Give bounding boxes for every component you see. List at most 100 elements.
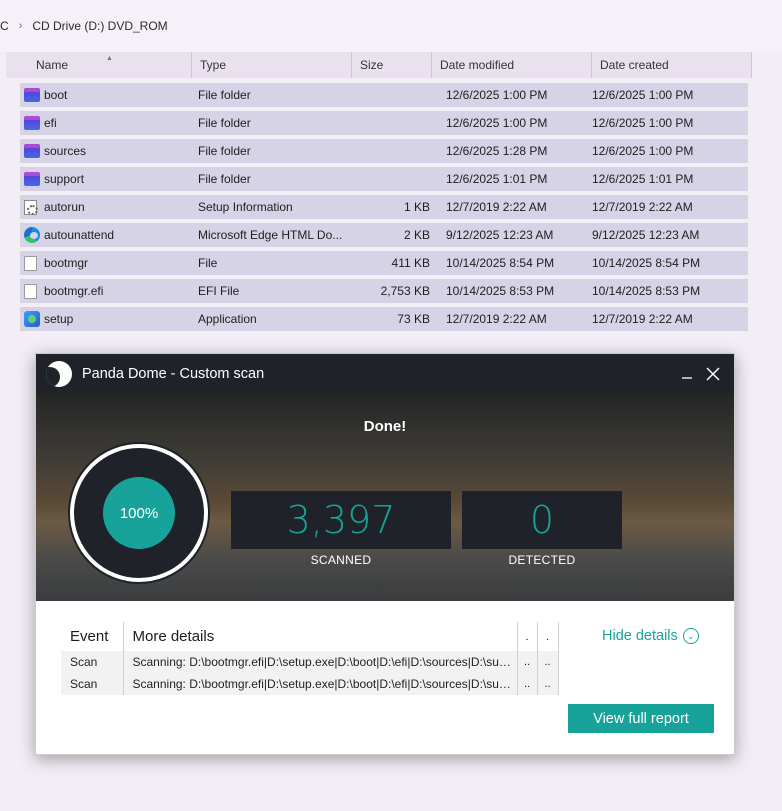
file-name-cell[interactable]: efi (20, 116, 198, 130)
address-bar[interactable]: PC › CD Drive (D:) DVD_ROM (0, 0, 782, 52)
file-size: 73 KB (397, 312, 430, 326)
file-row[interactable]: autorun Setup Information 1 KB 12/7/2019 2:… (20, 195, 748, 219)
detected-label: DETECTED (508, 553, 576, 567)
file-name-cell[interactable]: support (20, 172, 198, 186)
details-row[interactable]: Scan Scanning: D:\bootmgr.efi|D:\setup.ex… (61, 673, 559, 695)
file-list-pane: ▲ Name Type Size Date modified Date crea… (0, 52, 782, 352)
folder-icon (24, 144, 40, 158)
file-size: 2 KB (403, 228, 430, 242)
file-type: File folder (198, 144, 251, 158)
file-name-cell[interactable]: sources (20, 144, 198, 158)
minimize-button[interactable] (674, 354, 700, 394)
close-button[interactable] (700, 354, 726, 394)
details-col3: .. (517, 673, 538, 695)
breadcrumb-drive[interactable]: CD Drive (D:) DVD_ROM (32, 19, 167, 33)
inf-file-icon (24, 199, 38, 215)
chevron-down-icon: ⌄ (682, 628, 699, 644)
details-header-more[interactable]: More details (123, 622, 518, 651)
file-date-modified: 12/7/2019 2:22 AM (446, 312, 547, 326)
file-date-created: 12/7/2019 2:22 AM (592, 200, 693, 214)
file-icon (24, 283, 37, 299)
folder-icon (24, 172, 40, 186)
dialog-titlebar[interactable]: Panda Dome - Custom scan (36, 354, 734, 394)
folder-icon (24, 88, 40, 102)
file-row[interactable]: sources File folder 12/6/2025 1:28 PM 12/6/… (20, 139, 748, 163)
hide-details-label: Hide details (602, 628, 678, 644)
breadcrumb-pc[interactable]: PC (0, 19, 9, 33)
file-date-modified: 12/6/2025 1:28 PM (446, 144, 548, 158)
file-row[interactable]: efi File folder 12/6/2025 1:00 PM 12/6/2025… (20, 111, 748, 135)
column-date-modified-label: Date modified (440, 58, 515, 72)
file-row[interactable]: setup Application 73 KB 12/7/2019 2:22 AM 12… (20, 307, 748, 331)
file-type: File folder (198, 172, 251, 186)
scan-status: Done! (363, 418, 407, 435)
column-date-modified[interactable]: Date modified (432, 52, 592, 78)
panda-logo-icon (46, 361, 72, 387)
file-name-cell[interactable]: bootmgr.efi (20, 283, 198, 299)
column-name[interactable]: ▲ Name (6, 52, 192, 78)
close-icon (706, 367, 720, 381)
details-col4: .. (537, 673, 559, 695)
detected-count: 0 (462, 491, 622, 549)
column-type[interactable]: Type (192, 52, 352, 78)
panda-scan-dialog: Panda Dome - Custom scan Done! 3,397 SCA… (35, 353, 735, 755)
column-type-label: Type (200, 58, 227, 72)
file-name: sources (44, 144, 87, 158)
file-name: support (44, 172, 85, 186)
file-date-modified: 9/12/2025 12:23 AM (446, 228, 554, 242)
progress-ring: 100% (70, 444, 208, 582)
file-name-cell[interactable]: boot (20, 88, 198, 102)
file-icon (24, 255, 37, 271)
file-type: Setup Information (198, 200, 293, 214)
file-date-created: 12/7/2019 2:22 AM (592, 312, 693, 326)
file-type: Application (198, 312, 257, 326)
file-row[interactable]: support File folder 12/6/2025 1:01 PM 12/6/… (20, 167, 748, 191)
file-name-cell[interactable]: setup (20, 311, 198, 327)
details-row[interactable]: Scan Scanning: D:\bootmgr.efi|D:\setup.ex… (61, 651, 559, 673)
file-row[interactable]: boot File folder 12/6/2025 1:00 PM 12/6/202… (20, 83, 748, 107)
file-rows: boot File folder 12/6/2025 1:00 PM 12/6/202… (20, 83, 748, 335)
file-name-cell[interactable]: autorun (20, 199, 198, 215)
file-row[interactable]: autounattend Microsoft Edge HTML Do... 2 K… (20, 223, 748, 247)
column-date-created-label: Date created (600, 58, 669, 72)
file-size: 2,753 KB (380, 284, 430, 298)
file-name-cell[interactable]: bootmgr (20, 255, 198, 271)
file-row[interactable]: bootmgr.efi EFI File 2,753 KB 10/14/2025 8:… (20, 279, 748, 303)
file-date-modified: 12/6/2025 1:01 PM (446, 172, 548, 186)
file-date-created: 12/6/2025 1:00 PM (592, 88, 694, 102)
file-row[interactable]: bootmgr File 411 KB 10/14/2025 8:54 PM 10/14… (20, 251, 748, 275)
file-name: boot (44, 88, 68, 102)
file-date-created: 9/12/2025 12:23 AM (592, 228, 700, 242)
file-date-created: 10/14/2025 8:53 PM (592, 284, 701, 298)
edge-icon (24, 227, 40, 243)
file-name-cell[interactable]: autounattend (20, 227, 198, 243)
hide-details-link[interactable]: Hide details ⌄ (602, 628, 699, 644)
file-type: File folder (198, 116, 251, 130)
details-header-col4[interactable]: . (537, 622, 559, 651)
view-full-report-button[interactable]: View full report (568, 704, 714, 733)
column-date-created[interactable]: Date created (592, 52, 752, 78)
file-size: 411 KB (391, 256, 430, 270)
details-header-col3[interactable]: . (517, 622, 538, 651)
file-date-modified: 10/14/2025 8:53 PM (446, 284, 555, 298)
dialog-title: Panda Dome - Custom scan (82, 366, 265, 382)
chevron-right-icon: › (18, 20, 23, 32)
file-type: File (198, 256, 218, 270)
details-event: Scan (61, 673, 124, 695)
file-name: bootmgr.efi (44, 284, 104, 298)
details-text: Scanning: D:\bootmgr.efi|D:\setup.exe|D:… (123, 651, 518, 673)
column-header-bar: ▲ Name Type Size Date modified Date crea… (6, 52, 752, 78)
file-size: 1 KB (403, 200, 430, 214)
details-col4: .. (537, 651, 559, 673)
minimize-icon (682, 377, 692, 379)
file-date-modified: 12/7/2019 2:22 AM (446, 200, 547, 214)
column-size[interactable]: Size (352, 52, 432, 78)
details-event: Scan (61, 651, 124, 673)
file-type: File folder (198, 88, 251, 102)
details-header-event[interactable]: Event (61, 622, 124, 651)
scanned-count: 3,397 (231, 491, 451, 549)
file-date-created: 10/14/2025 8:54 PM (592, 256, 701, 270)
sort-up-icon: ▲ (106, 55, 113, 62)
file-date-created: 12/6/2025 1:00 PM (592, 144, 694, 158)
file-type: EFI File (198, 284, 240, 298)
